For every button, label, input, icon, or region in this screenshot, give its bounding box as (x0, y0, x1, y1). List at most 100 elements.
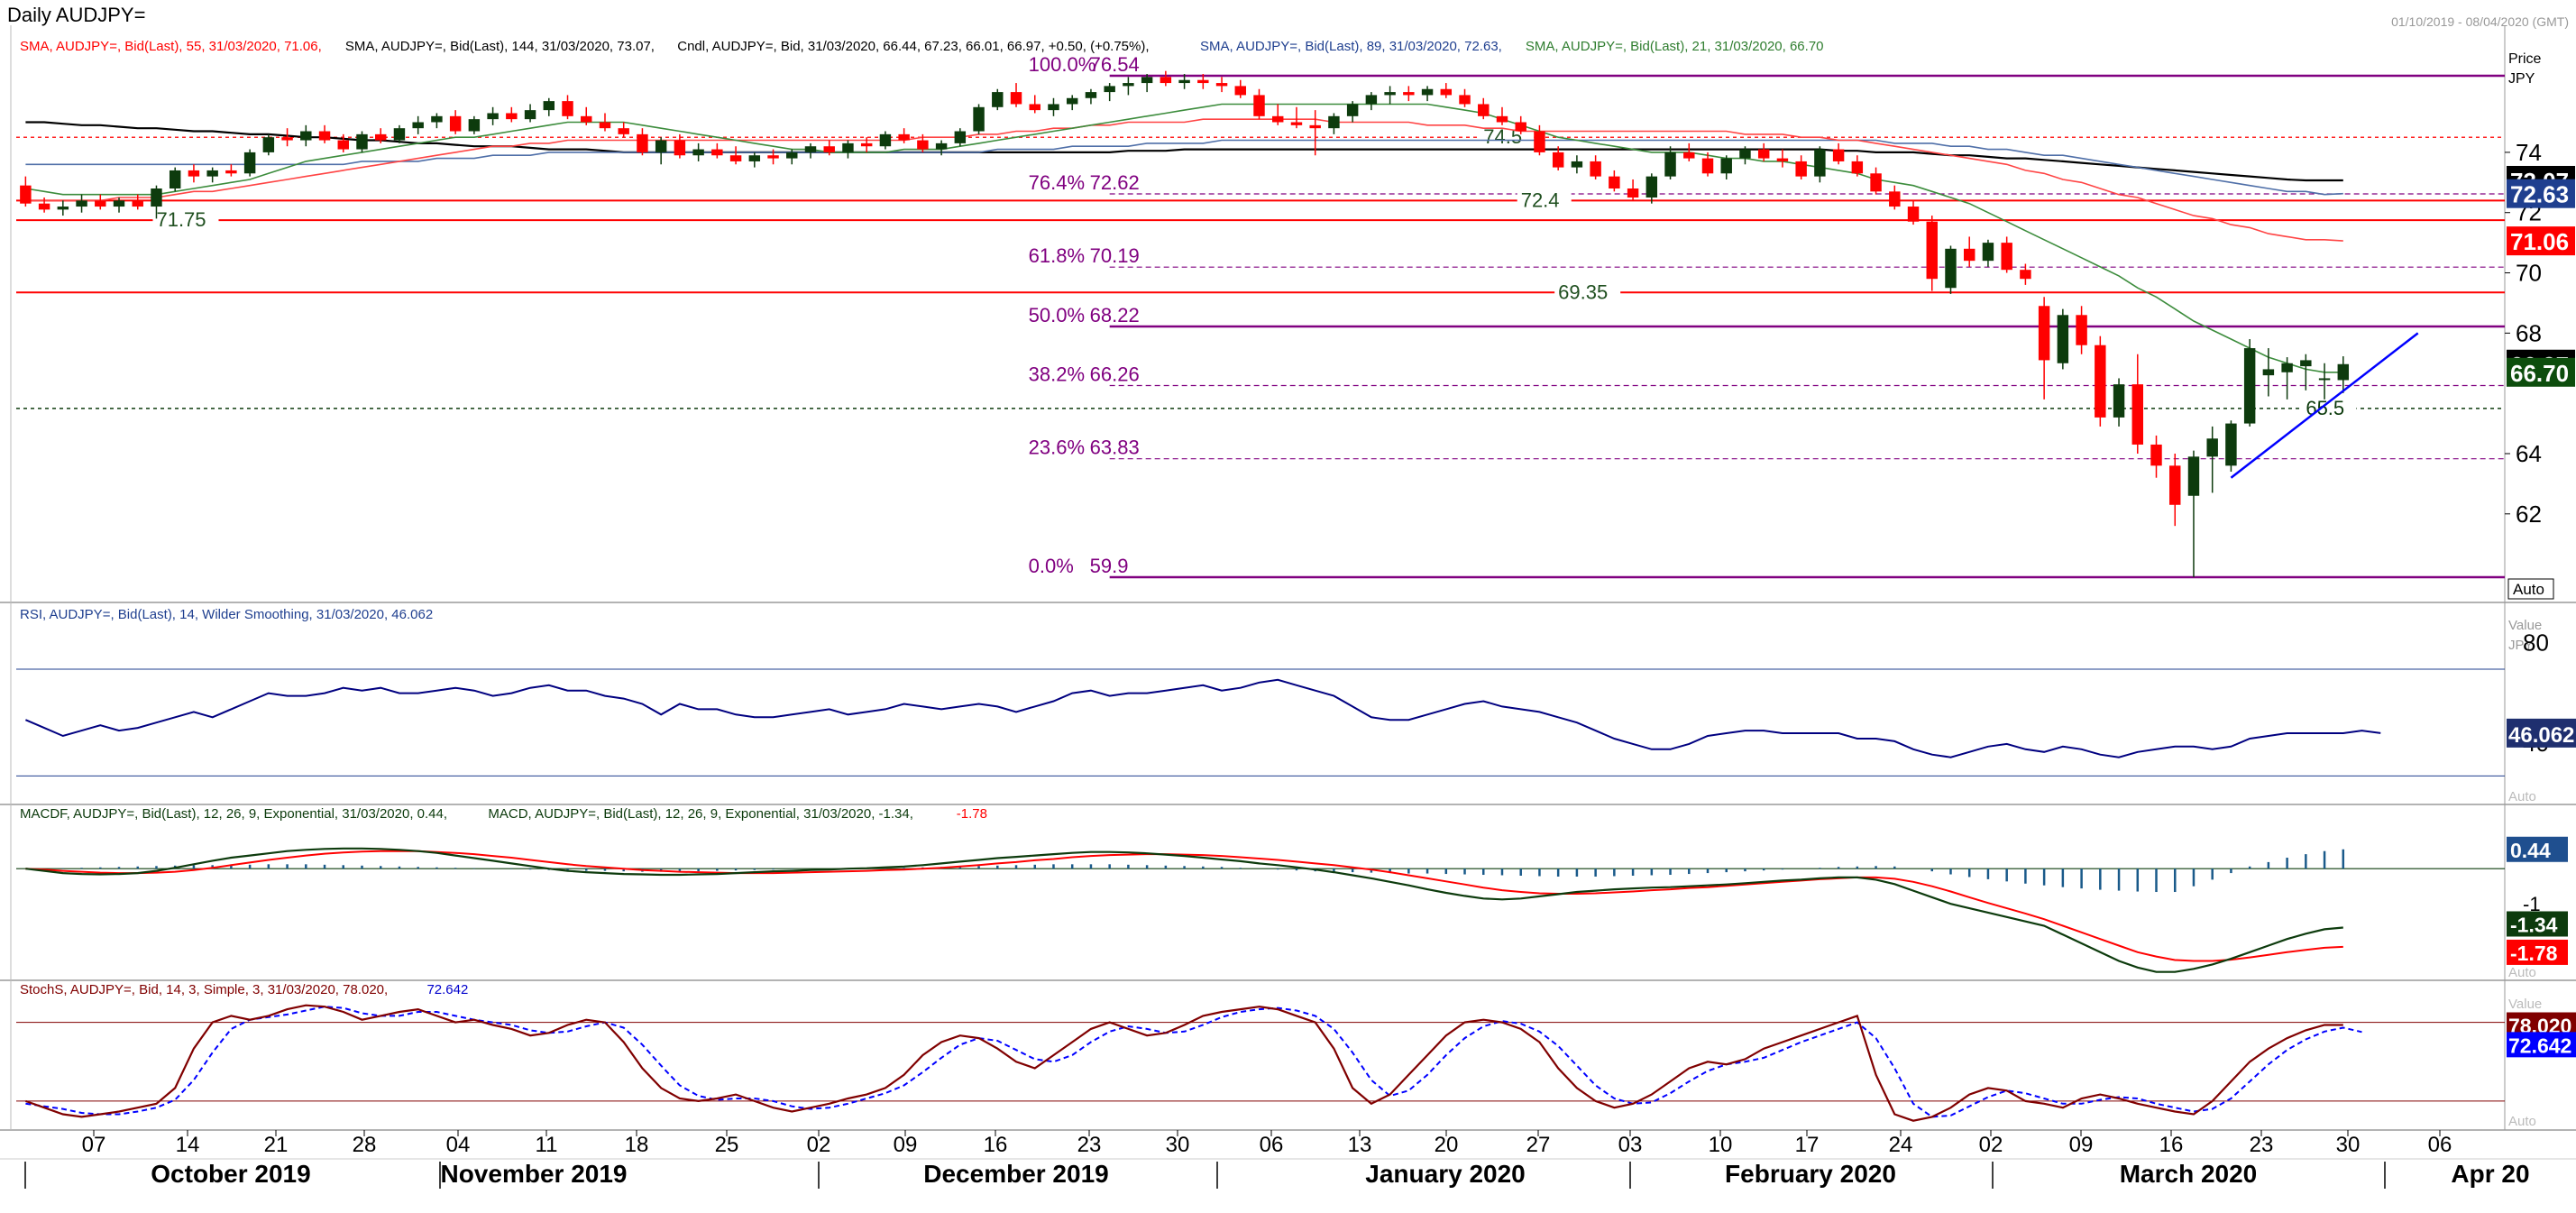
candle-body (879, 133, 892, 147)
stoch-legend: 72.642 (426, 982, 468, 997)
candle-body (1701, 158, 1714, 174)
candle-body (637, 133, 648, 152)
candle-body (692, 149, 704, 156)
candle-body (1160, 77, 1172, 84)
candle-body (1646, 176, 1658, 198)
candle-body (2262, 369, 2275, 376)
x-day-label: 28 (353, 1133, 377, 1157)
level-label: 71.75 (156, 208, 206, 231)
candle-body (1478, 104, 1490, 116)
x-day-label: 30 (2336, 1133, 2361, 1157)
candle-body (1851, 161, 1864, 174)
candle-body (1590, 161, 1601, 177)
fib-percent: 50.0% (1029, 304, 1085, 326)
legend-entry: Cndl, AUDJPY=, Bid, 31/03/2020, 66.44, 6… (677, 39, 1149, 54)
candle-body (262, 137, 275, 152)
candle-body (281, 137, 293, 141)
x-month-label: March 2020 (2120, 1160, 2258, 1188)
candle-body (169, 170, 181, 188)
price-badge-text: 71.06 (2510, 228, 2569, 255)
candle-body (337, 140, 349, 150)
candle-body (1085, 92, 1097, 98)
candle-body (2150, 444, 2162, 466)
candle-body (2057, 315, 2069, 363)
candle-body (1384, 92, 1396, 96)
stoch-legend: StochS, AUDJPY=, Bid, 14, 3, Simple, 3, … (20, 982, 388, 997)
candle-body (1720, 158, 1732, 174)
x-day-label: 09 (894, 1133, 918, 1157)
macd-legend: MACD, AUDJPY=, Bid(Last), 12, 26, 9, Exp… (488, 806, 913, 822)
x-month-label: November 2019 (440, 1160, 627, 1188)
price-tick: 70 (2516, 260, 2542, 287)
candle-body (318, 131, 331, 141)
candle-body (2225, 423, 2237, 466)
legend-entry: SMA, AUDJPY=, Bid(Last), 21, 31/03/2020,… (1526, 39, 1824, 54)
candle-body (823, 146, 835, 152)
candle-body (1104, 86, 1115, 93)
candle-body (1309, 124, 1321, 129)
candle-body (1945, 248, 1957, 289)
candle-body (2095, 345, 2106, 418)
candle-body (1832, 149, 1845, 161)
candle-body (132, 200, 143, 207)
x-day-label: 21 (264, 1133, 289, 1157)
candle-body (1234, 86, 1246, 96)
fib-value: 76.54 (1090, 53, 1140, 76)
candle-body (1739, 149, 1751, 159)
auto-label: Auto (2508, 965, 2536, 980)
price-tick: 74 (2516, 139, 2542, 166)
macd-badge-text: 0.44 (2510, 839, 2551, 862)
x-day-label: 20 (1435, 1133, 1459, 1157)
candle-body (1627, 188, 1639, 198)
x-month-label: Apr 20 (2451, 1160, 2529, 1188)
candle-body (431, 115, 443, 123)
candle-body (1889, 191, 1901, 207)
chart-canvas: SMA, AUDJPY=, Bid(Last), 55, 31/03/2020,… (0, 0, 2576, 1213)
auto-label: Auto (2508, 789, 2536, 804)
x-day-label: 04 (446, 1133, 471, 1157)
candle-body (76, 200, 87, 207)
x-month-label: December 2019 (923, 1160, 1108, 1188)
candle-body (1141, 77, 1153, 84)
fib-value: 70.19 (1090, 244, 1140, 267)
candle-body (1982, 243, 1994, 262)
candle-body (1814, 149, 1826, 177)
candle-body (2337, 363, 2350, 381)
macd-legend: MACDF, AUDJPY=, Bid(Last), 12, 26, 9, Ex… (20, 806, 447, 822)
price-tick: 62 (2516, 501, 2542, 528)
candle-body (729, 155, 742, 161)
auto-label: Auto (2513, 581, 2544, 598)
fib-value: 59.9 (1090, 555, 1129, 577)
candle-body (1795, 161, 1807, 177)
candle-body (1870, 173, 1882, 192)
x-day-label: 23 (2250, 1133, 2274, 1157)
fib-percent: 76.4% (1029, 171, 1085, 194)
x-day-label: 17 (1795, 1133, 1820, 1157)
candle-body (954, 131, 967, 143)
candle-body (1215, 83, 1228, 87)
candle-body (2038, 306, 2050, 361)
candle-body (393, 128, 406, 141)
fib-value: 72.62 (1090, 171, 1140, 194)
fib-value: 63.83 (1090, 436, 1140, 459)
candle-body (2187, 456, 2200, 496)
candle-body (1272, 115, 1284, 123)
fib-value: 68.22 (1090, 304, 1140, 326)
candle-body (1683, 152, 1695, 159)
x-day-label: 02 (1979, 1133, 2003, 1157)
candle-body (2281, 363, 2293, 372)
candle-body (973, 106, 985, 132)
candle-body (468, 119, 481, 132)
x-month-label: January 2020 (1365, 1160, 1525, 1188)
candle-body (243, 152, 256, 174)
legend-entry: SMA, AUDJPY=, Bid(Last), 144, 31/03/2020… (345, 39, 655, 54)
axis-header: Price (2508, 51, 2542, 67)
price-badge-text: 66.70 (2510, 360, 2569, 387)
candle-body (1178, 79, 1190, 84)
date-range: 01/10/2019 - 08/04/2020 (GMT) (2391, 14, 2569, 29)
candle-body (1421, 88, 1434, 96)
fib-percent: 100.0% (1029, 53, 1096, 76)
candle-body (655, 140, 667, 152)
candle-body (1048, 104, 1059, 111)
candle-body (1963, 248, 1976, 262)
